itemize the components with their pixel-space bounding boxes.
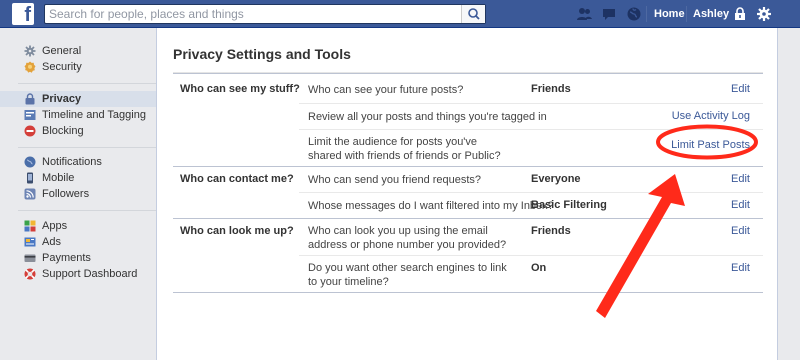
- section-who-can-see-my-stuff: Who can see my stuff? Who can see your f…: [173, 73, 763, 166]
- ads-icon: [24, 237, 36, 247]
- sidebar-item-support-dashboard[interactable]: Support Dashboard: [18, 266, 156, 282]
- sidebar-item-label: Followers: [42, 188, 90, 200]
- row-divider: [299, 255, 763, 256]
- sidebar-item-timeline-and-tagging[interactable]: Timeline and Tagging: [18, 107, 156, 123]
- edit-search-engines-link[interactable]: Edit: [731, 262, 750, 274]
- sidebar-item-label: Mobile: [42, 172, 75, 184]
- sidebar-item-notifications[interactable]: Notifications: [18, 154, 156, 170]
- sidebar-item-general[interactable]: General: [18, 43, 156, 59]
- setting-value: Friends: [531, 83, 571, 95]
- search-input[interactable]: [45, 5, 455, 23]
- lock-icon: [25, 93, 35, 105]
- nav-separator: [686, 6, 687, 22]
- payments-icon: [24, 254, 36, 262]
- sidebar-group-account: General Security: [18, 43, 156, 75]
- setting-question: Limit the audience for posts you've shar…: [308, 136, 501, 162]
- sidebar-item-privacy[interactable]: Privacy: [0, 91, 156, 107]
- sidebar-item-followers[interactable]: Followers: [18, 186, 156, 202]
- notifications-icon[interactable]: [626, 6, 642, 22]
- use-activity-log-link[interactable]: Use Activity Log: [672, 110, 750, 122]
- friend-requests-icon[interactable]: [576, 6, 592, 22]
- sidebar-item-label: Apps: [42, 220, 68, 232]
- badge-icon: [24, 61, 36, 73]
- settings-sidebar: General Security Privacy Timeline and Ta…: [0, 28, 156, 360]
- search-icon: [468, 8, 480, 20]
- section-who-can-contact-me: Who can contact me? Who can send you fri…: [173, 166, 763, 218]
- setting-value: Everyone: [531, 173, 581, 185]
- sidebar-item-label: Blocking: [42, 125, 84, 137]
- sidebar-group-apps: Apps Ads Payments Support Dashboard: [18, 218, 156, 282]
- globe-icon: [24, 156, 36, 168]
- privacy-settings-panel: Privacy Settings and Tools Who can see m…: [156, 28, 778, 360]
- section-label: Who can see my stuff?: [180, 83, 300, 95]
- home-link[interactable]: Home: [654, 8, 685, 20]
- sidebar-divider: [18, 147, 156, 148]
- sidebar-item-label: Security: [42, 61, 82, 73]
- setting-question: Whose messages do I want filtered into m…: [308, 200, 554, 212]
- sidebar-item-label: General: [42, 45, 82, 57]
- settings-row: Who can see your future posts? Friends E…: [299, 73, 763, 103]
- lifebuoy-icon: [24, 268, 36, 280]
- sidebar-item-mobile[interactable]: Mobile: [18, 170, 156, 186]
- sidebar-item-security[interactable]: Security: [18, 59, 156, 75]
- sidebar-item-apps[interactable]: Apps: [18, 218, 156, 234]
- limit-past-posts-link[interactable]: Limit Past Posts: [671, 139, 750, 151]
- row-divider: [299, 103, 763, 104]
- sidebar-item-label: Privacy: [42, 93, 82, 105]
- apps-icon: [24, 220, 36, 232]
- edit-future-posts-link[interactable]: Edit: [731, 83, 750, 95]
- setting-question: Who can see your future posts?: [308, 84, 464, 96]
- setting-value: On: [531, 262, 547, 274]
- sidebar-item-label: Support Dashboard: [42, 268, 138, 280]
- settings-row: Who can send you friend requests? Everyo…: [299, 166, 763, 192]
- sidebar-item-label: Notifications: [42, 156, 102, 168]
- row-divider: [299, 192, 763, 193]
- search-button[interactable]: [461, 5, 485, 23]
- sidebar-group-notifications: Notifications Mobile Followers: [18, 154, 156, 202]
- nav-separator: [646, 6, 647, 22]
- search-box: [44, 4, 486, 24]
- sidebar-group-privacy: Privacy Timeline and Tagging Blocking: [0, 91, 156, 139]
- sidebar-item-label: Payments: [42, 252, 91, 264]
- row-divider: [299, 129, 763, 130]
- setting-value: Basic Filtering: [531, 199, 607, 211]
- settings-gear-icon[interactable]: [756, 6, 772, 22]
- mobile-icon: [27, 172, 33, 184]
- timeline-icon: [24, 110, 36, 120]
- top-navigation-bar: f Home Ashley: [0, 0, 800, 28]
- rss-icon: [24, 188, 36, 200]
- settings-row: Review all your posts and things you're …: [299, 103, 763, 129]
- section-who-can-look-me-up: Who can look me up? Who can look you up …: [173, 218, 763, 292]
- section-label: Who can contact me?: [180, 173, 294, 185]
- settings-row: Who can look you up using the email addr…: [299, 218, 763, 255]
- privacy-shortcuts-icon[interactable]: [732, 6, 748, 22]
- gear-icon: [24, 45, 36, 57]
- sidebar-item-label: Timeline and Tagging: [42, 109, 146, 121]
- block-icon: [24, 125, 36, 137]
- sidebar-item-blocking[interactable]: Blocking: [18, 123, 156, 139]
- edit-friend-requests-link[interactable]: Edit: [731, 173, 750, 185]
- setting-value: Friends: [531, 225, 571, 237]
- sidebar-divider: [18, 83, 156, 84]
- sidebar-divider: [18, 210, 156, 211]
- settings-row: Limit the audience for posts you've shar…: [299, 129, 763, 166]
- section-divider: [173, 292, 763, 293]
- sidebar-item-label: Ads: [42, 236, 61, 248]
- setting-question: Who can look you up using the email addr…: [308, 225, 507, 251]
- sidebar-item-ads[interactable]: Ads: [18, 234, 156, 250]
- setting-question: Who can send you friend requests?: [308, 174, 482, 186]
- settings-row: Do you want other search engines to link…: [299, 255, 763, 292]
- sidebar-item-payments[interactable]: Payments: [18, 250, 156, 266]
- page-title: Privacy Settings and Tools: [173, 46, 351, 62]
- setting-question: Do you want other search engines to link…: [308, 262, 507, 288]
- messages-icon[interactable]: [601, 6, 617, 22]
- settings-row: Whose messages do I want filtered into m…: [299, 192, 763, 218]
- facebook-logo[interactable]: f: [12, 3, 34, 25]
- setting-question: Review all your posts and things you're …: [308, 111, 547, 123]
- profile-link[interactable]: Ashley: [693, 8, 729, 20]
- edit-message-filtering-link[interactable]: Edit: [731, 199, 750, 211]
- section-label: Who can look me up?: [180, 225, 294, 237]
- edit-lookup-link[interactable]: Edit: [731, 225, 750, 237]
